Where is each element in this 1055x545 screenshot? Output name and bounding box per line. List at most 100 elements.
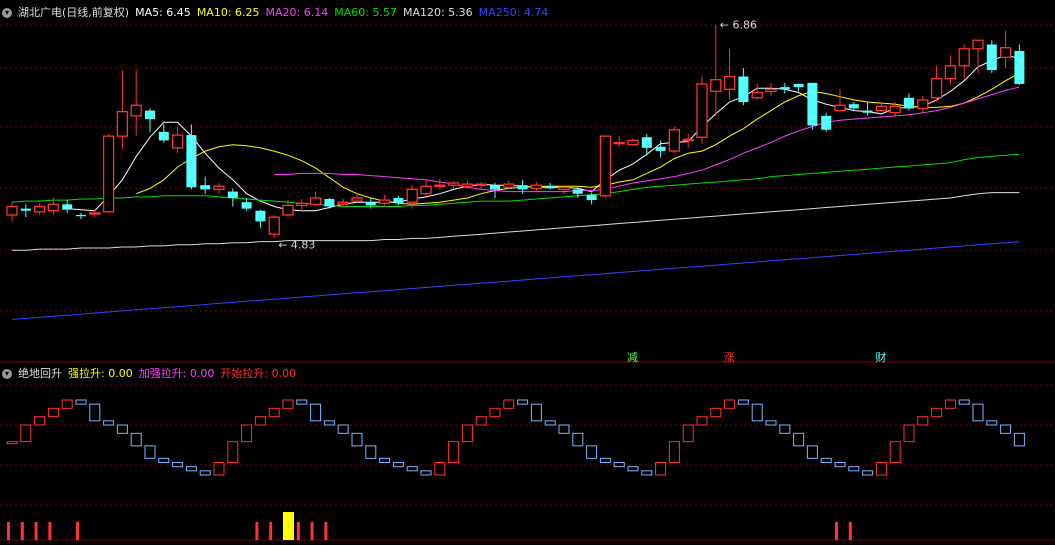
- indicator-box: [806, 445, 818, 459]
- indicator-box: [116, 424, 128, 434]
- candle: [309, 197, 322, 205]
- indicator-box: [737, 399, 749, 405]
- indicator-box: [351, 432, 363, 447]
- indicator-box: [1013, 432, 1025, 447]
- kline-chart[interactable]: ← 6.86 ← 4.83 减 涨 财: [0, 0, 1055, 545]
- high-price-label: ← 6.86: [720, 18, 757, 31]
- indicator-box: [599, 457, 611, 464]
- candle: [599, 135, 612, 197]
- indicator-box: [61, 399, 73, 409]
- indicator-box: [420, 470, 432, 476]
- candle: [889, 105, 901, 114]
- ma250-line: [11, 241, 1020, 320]
- indicator-box: [655, 462, 667, 476]
- signal-bar: [255, 522, 259, 540]
- indicator-box: [724, 399, 736, 409]
- indicator-box: [185, 466, 197, 472]
- event-marker: 涨: [724, 351, 735, 364]
- indicator-box: [544, 420, 556, 426]
- indicator-box: [227, 441, 239, 463]
- candle: [420, 185, 432, 195]
- event-marker: 财: [875, 350, 886, 364]
- candle: [545, 186, 556, 189]
- candle: [986, 44, 997, 71]
- indicator-box: [310, 403, 322, 422]
- candle: [821, 115, 832, 130]
- candle: [779, 87, 790, 90]
- candle: [490, 185, 500, 190]
- indicator-box: [558, 424, 570, 434]
- candle: [461, 183, 474, 187]
- candle: [904, 97, 914, 109]
- candle: [958, 48, 970, 67]
- signal-bar: [76, 522, 79, 540]
- collapse-icon[interactable]: ▾: [2, 8, 12, 18]
- indicator-box: [779, 424, 791, 434]
- candle: [848, 104, 859, 109]
- indicator-box: [461, 424, 473, 443]
- indicator-box: [917, 416, 929, 426]
- indicator-box: [296, 399, 308, 405]
- indicator-box: [47, 407, 59, 418]
- indicator-box: [627, 466, 639, 472]
- candle: [1014, 50, 1025, 84]
- candle: [62, 204, 73, 210]
- signal-bar: [34, 522, 38, 540]
- indicator-box: [323, 420, 335, 426]
- candle: [682, 138, 694, 142]
- candle: [586, 194, 597, 201]
- candle: [572, 189, 583, 194]
- indicator-box: [365, 445, 377, 459]
- candle: [930, 77, 943, 99]
- candle: [751, 91, 763, 99]
- candle: [723, 75, 736, 90]
- candle: [171, 134, 184, 149]
- candle: [145, 110, 155, 120]
- indicator-box: [241, 424, 253, 443]
- candle: [807, 82, 818, 126]
- candle: [186, 135, 197, 188]
- candle: [972, 39, 984, 50]
- ma5-label: MA5: 6.45: [135, 6, 191, 19]
- indicator-box: [848, 466, 860, 472]
- indicator-box: [641, 470, 653, 476]
- sub-indicator-bar: ▾ 绝地回升 强拉升: 0.00 加强拉升: 0.00 开始拉升: 0.00: [2, 367, 302, 381]
- candle: [710, 79, 722, 93]
- ma250-label: MA250: 4.74: [478, 6, 549, 19]
- ma20-label: MA20: 6.14: [265, 6, 329, 19]
- collapse-icon[interactable]: ▾: [2, 369, 12, 379]
- signal-bar: [48, 522, 52, 540]
- indicator-box: [199, 470, 211, 476]
- indicator-box: [530, 403, 542, 422]
- candle: [89, 212, 101, 215]
- indicator-box: [972, 403, 984, 422]
- candle: [834, 104, 846, 112]
- candle: [434, 184, 446, 188]
- candle: [875, 105, 888, 112]
- indicator-box: [448, 441, 460, 463]
- signal-bar: [296, 522, 300, 540]
- indicator-box: [130, 432, 142, 447]
- candle: [917, 99, 929, 110]
- strong-rise-label: 强拉升: 0.00: [68, 367, 133, 380]
- indicator-box: [103, 420, 115, 426]
- candle: [76, 215, 86, 217]
- candle: [296, 202, 308, 207]
- candle: [47, 203, 60, 212]
- candle: [627, 139, 639, 146]
- indicator-box: [489, 407, 501, 418]
- candle: [655, 146, 666, 152]
- indicator-box: [765, 420, 777, 426]
- sub-title: 绝地回升: [18, 367, 62, 380]
- candle: [213, 185, 225, 191]
- kline-main-panel[interactable]: ← 6.86 ← 4.83 减 涨 财 ▾ 湖北广电(日线,前复权) MA5: 6.45 MA…: [0, 0, 1055, 545]
- candle: [365, 202, 376, 206]
- candle: [530, 184, 543, 190]
- candle: [6, 205, 18, 216]
- ma10-line: [136, 72, 1020, 205]
- indicator-box: [793, 432, 805, 447]
- indicator-box: [862, 470, 874, 476]
- indicator-box: [337, 424, 349, 434]
- indicator-box: [958, 399, 970, 405]
- signal-bar: [7, 522, 10, 540]
